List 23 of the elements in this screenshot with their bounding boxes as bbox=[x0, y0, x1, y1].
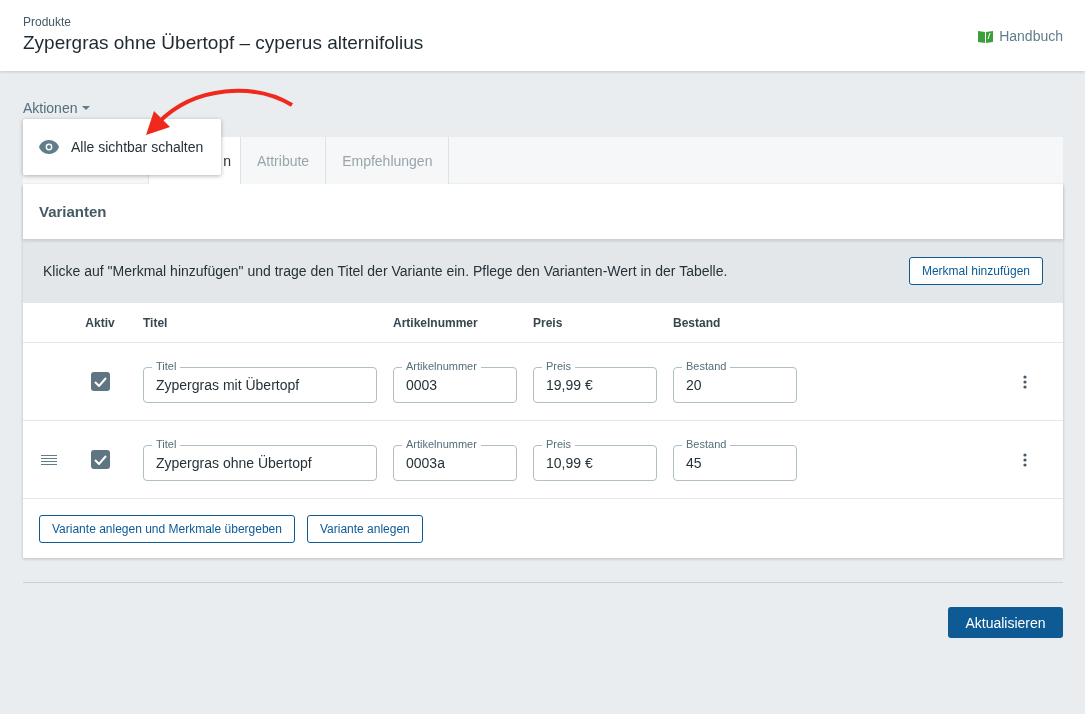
active-checkbox[interactable] bbox=[90, 450, 110, 469]
manual-link[interactable]: Handbuch bbox=[978, 28, 1063, 44]
update-button[interactable]: Aktualisieren bbox=[948, 607, 1063, 638]
create-variant-button[interactable]: Variante anlegen und Merkmale übergeben bbox=[39, 515, 295, 543]
drag-handle-icon[interactable] bbox=[41, 454, 57, 465]
hint-text: Klicke auf "Merkmal hinzufügen" und trage den Titel der Variante ein. Pflege den Varianten-Wert in der Tabelle. bbox=[43, 263, 728, 279]
more-icon[interactable] bbox=[1023, 374, 1027, 389]
column-header: Titel bbox=[143, 315, 169, 330]
caret-icon bbox=[82, 106, 91, 110]
column-header: Bestand bbox=[673, 315, 722, 330]
breadcrumb[interactable]: Produkte bbox=[23, 15, 424, 29]
actions-dropdown[interactable]: Aktionen bbox=[23, 100, 91, 116]
book-icon bbox=[978, 29, 994, 43]
add-feature-button[interactable]: Merkmal hinzufügen bbox=[908, 257, 1043, 285]
page-title: Zypergras ohne Übertopf – cyperus alternifolius bbox=[23, 32, 424, 54]
active-checkbox[interactable] bbox=[90, 372, 110, 391]
create-variant-button[interactable]: Variante anlegen bbox=[306, 515, 423, 543]
card-title: Varianten bbox=[39, 203, 107, 220]
column-header: Preis bbox=[533, 315, 564, 330]
more-icon[interactable] bbox=[1023, 452, 1027, 467]
column-header: Artikelnummer bbox=[393, 315, 479, 330]
eye-icon bbox=[39, 140, 59, 154]
column-header: Aktiv bbox=[85, 315, 115, 330]
